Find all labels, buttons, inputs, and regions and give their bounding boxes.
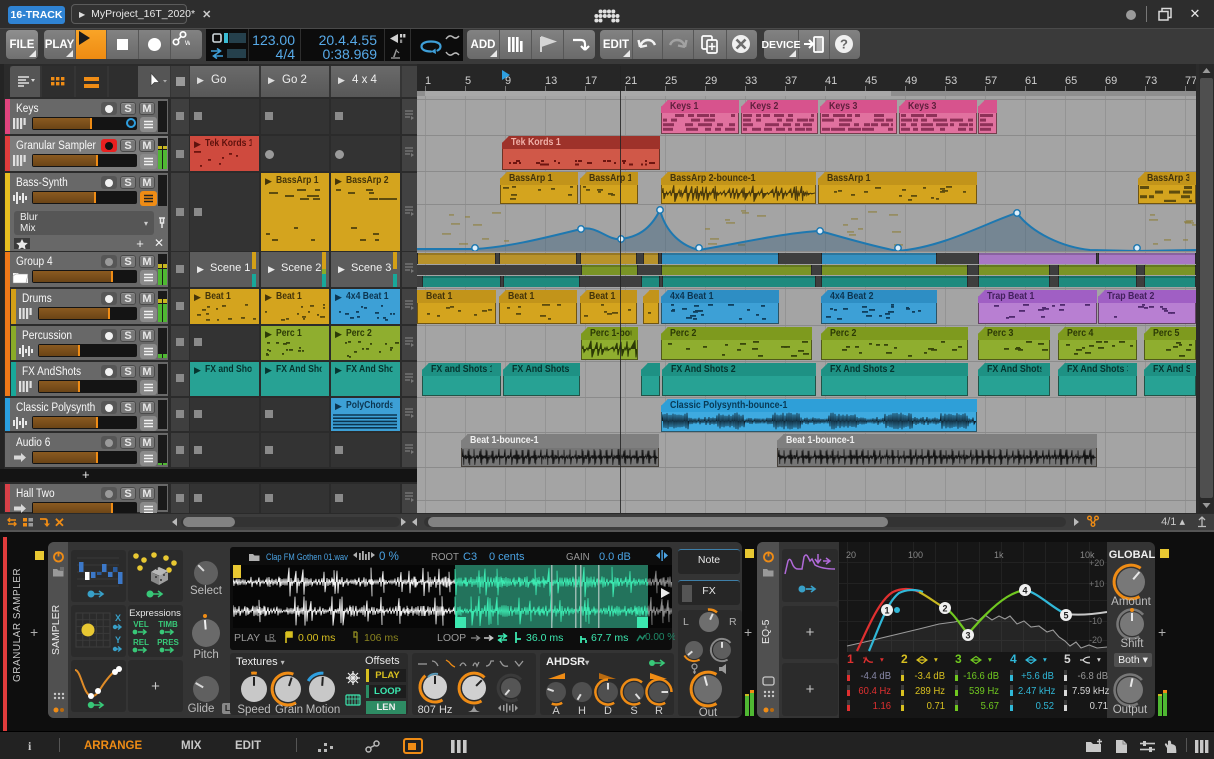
svg-text:?: ? bbox=[840, 37, 848, 52]
svg-text:57: 57 bbox=[985, 75, 997, 87]
svg-text:100: 100 bbox=[908, 550, 923, 560]
svg-text:+10: +10 bbox=[1089, 579, 1104, 589]
svg-text:1: 1 bbox=[425, 75, 431, 87]
svg-text:1: 1 bbox=[884, 606, 889, 616]
svg-text:77: 77 bbox=[1185, 75, 1196, 87]
svg-text:53: 53 bbox=[945, 75, 957, 87]
svg-text:-10: -10 bbox=[1089, 616, 1102, 626]
svg-text:45: 45 bbox=[865, 75, 877, 87]
svg-text:41: 41 bbox=[825, 75, 837, 87]
svg-text:-20: -20 bbox=[1089, 635, 1102, 645]
svg-text:33: 33 bbox=[745, 75, 757, 87]
svg-text:TIMB: TIMB bbox=[158, 620, 178, 629]
svg-text:4: 4 bbox=[1022, 586, 1027, 596]
svg-text:R: R bbox=[269, 633, 275, 642]
svg-text:5: 5 bbox=[465, 75, 471, 87]
svg-text:13: 13 bbox=[545, 75, 557, 87]
svg-text:5: 5 bbox=[1063, 611, 1068, 621]
svg-text:21: 21 bbox=[625, 75, 637, 87]
svg-text:+20: +20 bbox=[1089, 558, 1104, 568]
svg-text:37: 37 bbox=[785, 75, 797, 87]
svg-text:69: 69 bbox=[1105, 75, 1117, 87]
svg-text:3: 3 bbox=[965, 631, 970, 641]
svg-text:X: X bbox=[115, 613, 121, 623]
svg-text:Y: Y bbox=[115, 635, 121, 645]
svg-text:2: 2 bbox=[942, 604, 947, 614]
svg-text:25: 25 bbox=[665, 75, 677, 87]
svg-text:73: 73 bbox=[1145, 75, 1157, 87]
svg-text:1k: 1k bbox=[994, 550, 1004, 560]
svg-text:29: 29 bbox=[705, 75, 717, 87]
svg-text:61: 61 bbox=[1025, 75, 1037, 87]
svg-text:w: w bbox=[184, 38, 190, 47]
svg-text:65: 65 bbox=[1065, 75, 1077, 87]
svg-text:VEL: VEL bbox=[133, 620, 149, 629]
svg-text:PRES: PRES bbox=[157, 638, 179, 647]
svg-text:20: 20 bbox=[846, 550, 856, 560]
svg-text:Expressions: Expressions bbox=[129, 608, 181, 619]
svg-text:17: 17 bbox=[585, 75, 597, 87]
svg-text:49: 49 bbox=[905, 75, 917, 87]
svg-text:REL: REL bbox=[133, 638, 149, 647]
